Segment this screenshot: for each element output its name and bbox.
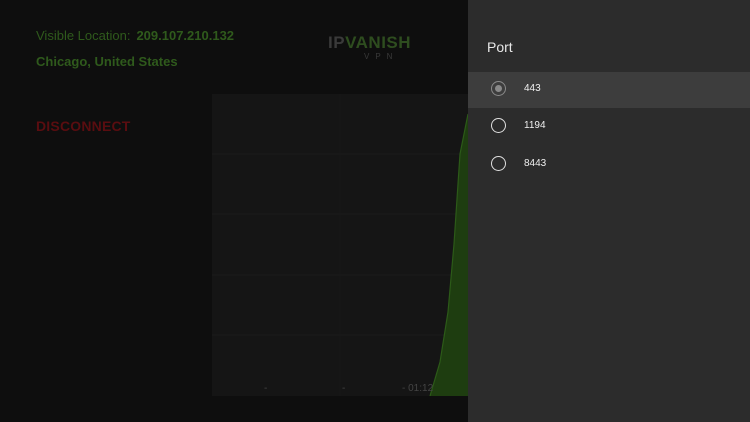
visible-location-label: Visible Location:: [36, 28, 131, 43]
vpn-app-background: Visible Location: 209.107.210.132 Chicago…: [0, 0, 468, 422]
screen: Visible Location: 209.107.210.132 Chicago…: [0, 0, 750, 422]
visible-city: Chicago, United States: [36, 54, 178, 69]
port-option-1194[interactable]: 1194: [468, 109, 750, 145]
port-selection-panel: Port 443 1194 8443: [468, 0, 750, 422]
visible-location-line: Visible Location: 209.107.210.132: [36, 28, 234, 43]
graph-time-tick: - 01:12: [402, 383, 434, 394]
port-option-8443[interactable]: 8443: [468, 147, 750, 183]
port-option-label: 8443: [524, 158, 547, 169]
port-panel-title: Port: [487, 39, 513, 55]
port-option-label: 1194: [524, 120, 546, 131]
radio-button[interactable]: [491, 156, 506, 171]
logo-vpn-text: VPN: [364, 52, 399, 61]
graph-time-tick: -: [264, 383, 268, 394]
traffic-graph-svg: [212, 94, 468, 396]
port-option-label: 443: [524, 83, 541, 94]
disconnect-button[interactable]: DISCONNECT: [36, 118, 131, 134]
graph-time-tick: -: [342, 383, 346, 394]
ipvanish-logo: IPVANISH VPN: [328, 33, 428, 62]
traffic-graph: [212, 94, 468, 396]
traffic-area: [430, 114, 468, 396]
radio-button[interactable]: [491, 118, 506, 133]
logo-ip-text: IP: [328, 33, 346, 52]
visible-ip-address: 209.107.210.132: [136, 28, 235, 43]
graph-gridlines: [212, 94, 468, 396]
port-option-443[interactable]: 443: [468, 72, 750, 108]
radio-button-checked[interactable]: [491, 81, 506, 96]
logo-vanish-text: VANISH: [345, 33, 412, 52]
